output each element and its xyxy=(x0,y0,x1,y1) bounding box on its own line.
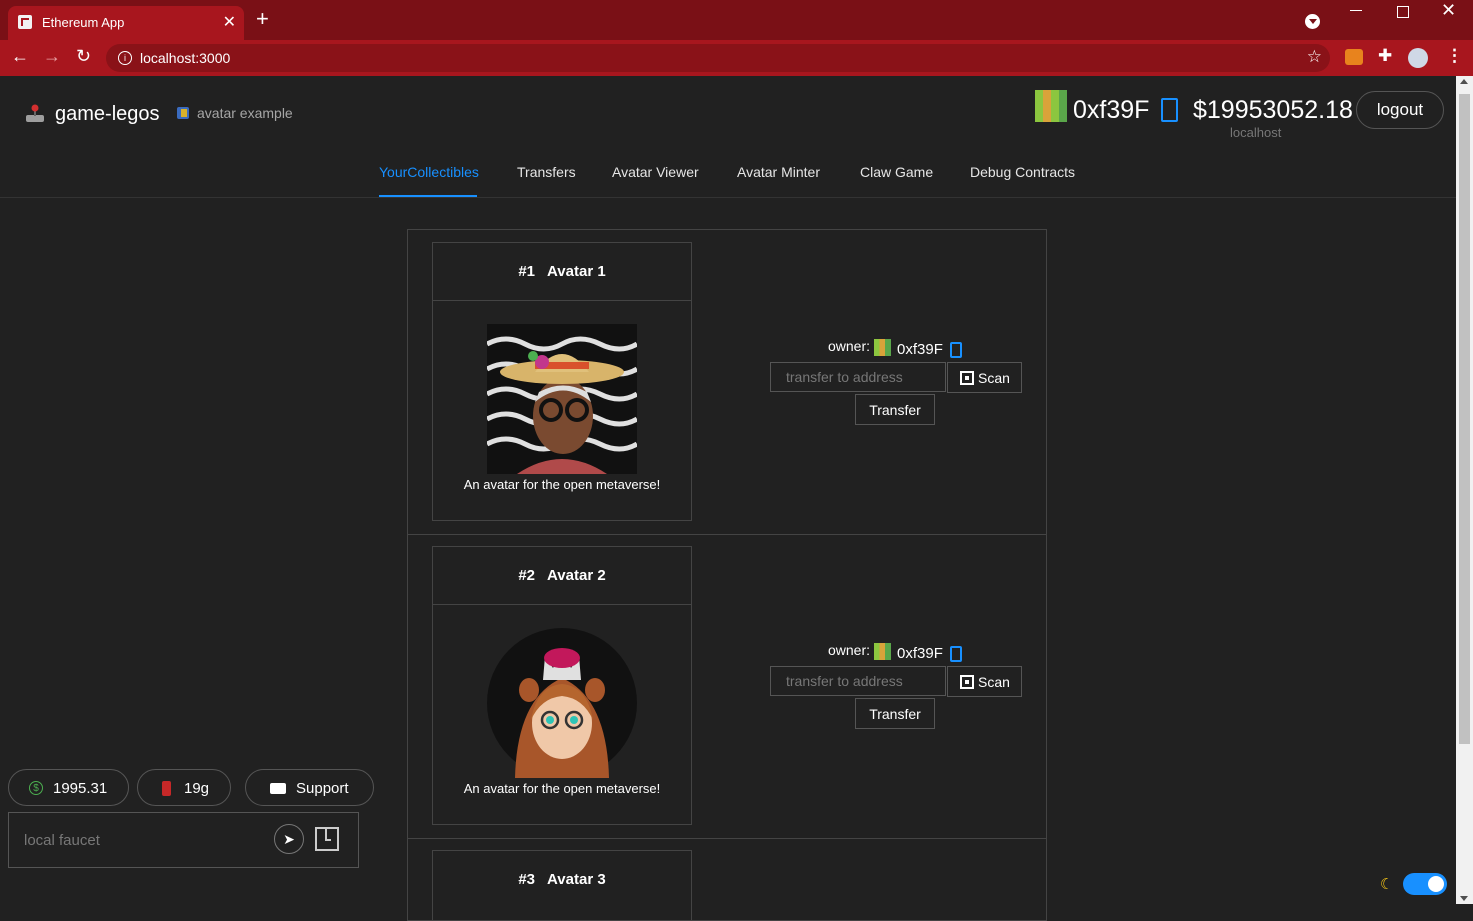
tab-your-collectibles[interactable]: YourCollectibles xyxy=(379,164,479,180)
tab-claw-game[interactable]: Claw Game xyxy=(860,164,933,180)
list-item: #1 Avatar 1 An avatar for the open metav… xyxy=(408,230,1046,535)
transfer-button[interactable]: Transfer xyxy=(855,698,935,729)
collectible-card: #3 Avatar 3 xyxy=(432,850,692,920)
scan-label: Scan xyxy=(978,674,1010,690)
browser-menu-icon[interactable]: ⋮ xyxy=(1446,46,1463,66)
card-title: #2 Avatar 2 xyxy=(433,547,691,605)
scan-button[interactable]: Scan xyxy=(947,362,1022,393)
owner-label: owner: xyxy=(828,338,871,354)
eth-price-button[interactable]: $ 1995.31 xyxy=(8,769,129,806)
scan-button[interactable]: Scan xyxy=(947,666,1022,697)
avatar-image xyxy=(487,628,637,778)
transfer-address-input[interactable]: transfer to address xyxy=(770,666,946,696)
tab-debug-contracts[interactable]: Debug Contracts xyxy=(970,164,1075,180)
owner-address[interactable]: 0xf39F xyxy=(897,645,943,662)
theme-toggle[interactable] xyxy=(1403,873,1447,895)
owner-label: owner: xyxy=(828,642,871,658)
collectible-description: An avatar for the open metaverse! xyxy=(463,477,661,492)
list-item: #3 Avatar 3 xyxy=(408,838,1046,920)
owner-blockie-icon xyxy=(874,339,891,356)
tab-avatar-minter[interactable]: Avatar Minter xyxy=(737,164,820,180)
collectible-name: Avatar 2 xyxy=(547,567,606,584)
gas-pump-icon xyxy=(162,781,171,796)
qr-code-icon xyxy=(960,675,974,689)
card-title: #1 Avatar 1 xyxy=(433,243,691,301)
url-text[interactable]: localhost:3000 xyxy=(140,50,230,66)
qr-code-icon xyxy=(960,371,974,385)
collectible-name: Avatar 3 xyxy=(547,871,606,888)
collectibles-list: #1 Avatar 1 An avatar for the open metav… xyxy=(407,229,1047,921)
chat-icon xyxy=(270,783,286,794)
page-scrollbar[interactable] xyxy=(1456,76,1473,904)
new-tab-button[interactable]: + xyxy=(256,8,269,30)
eth-price: 1995.31 xyxy=(53,780,108,797)
minimize-icon[interactable] xyxy=(1350,10,1362,11)
logout-button[interactable]: logout xyxy=(1356,91,1444,129)
tab-close-icon[interactable]: ✕ xyxy=(223,12,236,32)
account-balance[interactable]: $19953052.18 xyxy=(1193,96,1353,125)
faucet-input[interactable]: local faucet xyxy=(24,832,100,849)
collectible-description: An avatar for the open metaverse! xyxy=(463,781,661,796)
gas-price: 19g xyxy=(184,780,210,797)
browser-tab[interactable]: Ethereum App ✕ xyxy=(8,6,244,40)
tab-search-icon[interactable] xyxy=(1305,14,1320,29)
copy-owner-icon[interactable] xyxy=(950,646,962,662)
address-bar: ← → ↻ i localhost:3000 ☆ ✚ ⋮ xyxy=(0,40,1473,76)
collectible-card: #1 Avatar 1 An avatar for the open metav… xyxy=(432,242,692,521)
account-blockie-icon xyxy=(1035,90,1067,122)
tab-avatar-viewer[interactable]: Avatar Viewer xyxy=(612,164,699,180)
scroll-down-icon[interactable] xyxy=(1460,896,1468,901)
url-field[interactable]: i localhost:3000 ☆ xyxy=(106,44,1330,72)
faucet-box: local faucet ➤ xyxy=(8,812,359,868)
copy-owner-icon[interactable] xyxy=(950,342,962,358)
avatar-image xyxy=(487,324,637,474)
extensions-puzzle-icon[interactable]: ✚ xyxy=(1378,46,1392,66)
dollar-icon: $ xyxy=(29,781,43,795)
scan-label: Scan xyxy=(978,370,1010,386)
favicon-icon xyxy=(18,15,32,29)
moon-icon: ☾ xyxy=(1380,876,1394,893)
reload-icon[interactable]: ↻ xyxy=(76,46,91,67)
app-title[interactable]: game-legos xyxy=(55,103,160,126)
tab-title: Ethereum App xyxy=(42,15,125,30)
owner-address[interactable]: 0xf39F xyxy=(897,341,943,358)
wallet-icon[interactable] xyxy=(315,827,339,851)
joystick-icon xyxy=(26,104,44,122)
bookmark-star-icon[interactable]: ☆ xyxy=(1307,47,1322,67)
list-item: #2 Avatar 2 An avatar for the open metav… xyxy=(408,534,1046,839)
browser-tab-bar: Ethereum App ✕ + ✕ xyxy=(0,0,1473,40)
transfer-button[interactable]: Transfer xyxy=(855,394,935,425)
support-button[interactable]: Support xyxy=(245,769,374,806)
gas-price-button[interactable]: 19g xyxy=(137,769,231,806)
avatar-example-icon xyxy=(177,107,189,119)
tab-transfers[interactable]: Transfers xyxy=(517,164,576,180)
scroll-thumb[interactable] xyxy=(1459,94,1470,744)
back-icon[interactable]: ← xyxy=(11,46,29,67)
card-title: #3 Avatar 3 xyxy=(433,851,691,908)
profile-avatar[interactable] xyxy=(1408,48,1428,68)
transfer-address-input[interactable]: transfer to address xyxy=(770,362,946,392)
collectible-number: #2 xyxy=(518,567,536,584)
maximize-icon[interactable] xyxy=(1397,6,1409,18)
support-label: Support xyxy=(296,780,349,797)
account-address[interactable]: 0xf39F xyxy=(1073,96,1149,125)
app-subtitle: avatar example xyxy=(197,105,293,121)
site-info-icon[interactable]: i xyxy=(118,51,132,65)
collectible-number: #3 xyxy=(518,871,536,888)
metamask-extension-icon[interactable] xyxy=(1345,49,1363,65)
forward-icon[interactable]: → xyxy=(43,46,61,67)
active-tab-indicator xyxy=(379,195,477,197)
app-root: game-legos avatar example 0xf39F $199530… xyxy=(0,76,1456,921)
collectible-name: Avatar 1 xyxy=(547,263,606,280)
copy-address-icon[interactable] xyxy=(1161,98,1178,122)
collectible-card: #2 Avatar 2 An avatar for the open metav… xyxy=(432,546,692,825)
network-label: localhost xyxy=(1230,125,1282,140)
send-icon[interactable]: ➤ xyxy=(274,824,304,854)
owner-blockie-icon xyxy=(874,643,891,660)
scroll-up-icon[interactable] xyxy=(1460,79,1468,84)
collectible-number: #1 xyxy=(518,263,536,280)
window-close-icon[interactable]: ✕ xyxy=(1441,0,1456,21)
main-menu: YourCollectibles Transfers Avatar Viewer… xyxy=(0,164,1456,198)
